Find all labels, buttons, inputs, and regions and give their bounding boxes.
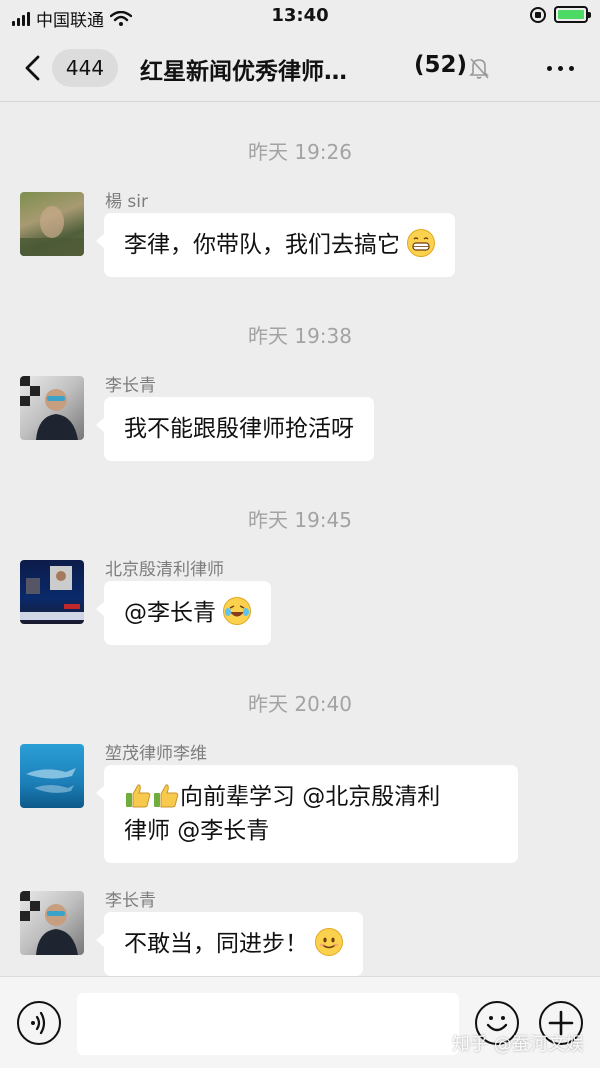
avatar[interactable] — [20, 744, 84, 808]
chat-header: 444 红星新闻优秀律师… (52) — [0, 34, 600, 102]
voice-input-button[interactable] — [17, 1001, 61, 1045]
message-text: 李律，你带队，我们去搞它 — [124, 232, 400, 258]
avatar[interactable] — [20, 891, 84, 955]
sender-name: 李长青 — [105, 376, 156, 396]
mute-bell-icon — [469, 58, 489, 79]
voice-icon — [31, 1011, 46, 1035]
thumbs-up-icon — [124, 781, 152, 809]
rotation-lock-icon — [530, 6, 546, 23]
back-chevron-icon[interactable] — [22, 54, 44, 82]
message-timestamp: 昨天 19:26 — [248, 140, 352, 164]
message-bubble[interactable]: 我不能跟殷律师抢活呀 — [96, 397, 374, 461]
watermark: 知乎 @蚕河文娱 — [452, 1034, 584, 1055]
laughing-crying-face-icon — [223, 597, 252, 625]
smiling-face-icon — [315, 928, 344, 956]
message-text: 向前辈学习 @北京殷清利 — [180, 784, 441, 810]
message-bubble[interactable]: 向前辈学习 @北京殷清利 律师 @李长青 — [96, 765, 518, 863]
thumbs-up-icon — [152, 781, 180, 809]
message-text: 不敢当，同进步！ — [124, 931, 308, 957]
group-title: 红星新闻优秀律师… — [140, 59, 347, 85]
avatar[interactable] — [20, 560, 84, 624]
message-text: 我不能跟殷律师抢活呀 — [124, 416, 354, 442]
message-bubble[interactable]: @李长青 — [95, 581, 272, 645]
message-text: 律师 @李长青 — [124, 818, 270, 844]
sender-name: 堃茂律师李维 — [105, 744, 207, 764]
message-text: @李长青 — [124, 600, 216, 626]
sender-name: 楊 sir — [105, 192, 148, 212]
message-bubble[interactable]: 不敢当，同进步！ — [95, 912, 364, 976]
member-count: (52) — [414, 52, 468, 78]
battery-icon — [554, 6, 591, 23]
status-time: 13:40 — [271, 5, 329, 26]
more-options-icon[interactable] — [547, 66, 574, 71]
sender-name: 北京殷清利律师 — [105, 560, 224, 580]
avatar[interactable] — [20, 376, 84, 440]
message-bubble[interactable]: 李律，你带队，我们去搞它 — [95, 213, 456, 277]
avatar[interactable] — [20, 192, 84, 256]
grinning-face-icon — [407, 229, 436, 257]
message-timestamp: 昨天 19:38 — [248, 324, 352, 348]
unread-count-badge[interactable]: 444 — [52, 49, 118, 87]
sender-name: 李长青 — [105, 891, 156, 911]
message-timestamp: 昨天 20:40 — [248, 692, 352, 716]
message-input[interactable] — [77, 993, 459, 1055]
message-timestamp: 昨天 19:45 — [248, 508, 352, 532]
status-bar: 中国联通 13:40 — [0, 0, 600, 34]
